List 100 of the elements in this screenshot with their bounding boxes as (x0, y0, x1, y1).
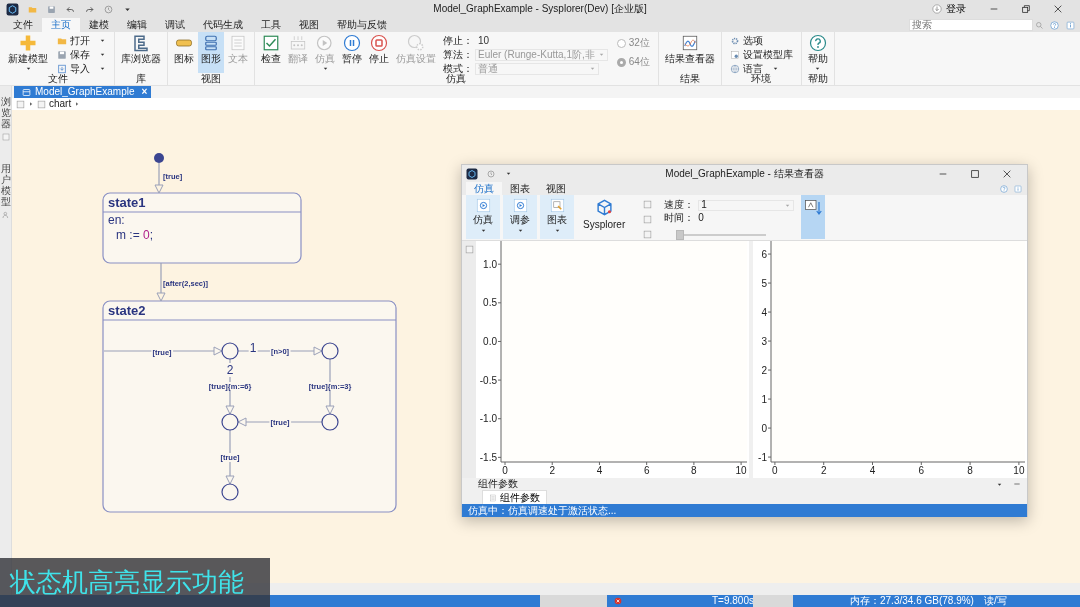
viewer-tab[interactable]: 图表 (502, 182, 538, 195)
tick-label: -0.5 (479, 374, 497, 386)
tick-label: 6 (643, 465, 650, 476)
document-icon (22, 87, 31, 97)
tick-label: 0.5 (483, 297, 497, 309)
tick-label: 3 (761, 335, 767, 347)
slider-thumb[interactable] (676, 230, 685, 240)
chevron-right-icon (74, 101, 81, 107)
menu-tab[interactable]: 主页 (42, 18, 80, 32)
field-label: 时间： (664, 212, 695, 224)
help-icon (1000, 184, 1008, 193)
info-icon (1014, 184, 1022, 193)
ribbon-button[interactable]: 新建模型 (5, 32, 51, 73)
side-panel-tab[interactable]: 用户模型 (0, 163, 11, 207)
panel-button[interactable] (642, 229, 654, 240)
document-tab[interactable]: Model_GraphExample × (14, 86, 152, 98)
ribbon-button[interactable]: 设置模型库 (727, 48, 795, 61)
clock-icon (104, 4, 113, 14)
junction[interactable] (321, 413, 339, 431)
menu-button[interactable]: 图表 (540, 195, 574, 239)
menu-tab[interactable]: 代码生成 (194, 18, 252, 32)
field-label: 算法： (443, 48, 473, 61)
transition-arrow[interactable] (154, 162, 164, 194)
ribbon-button[interactable]: 导入 (55, 62, 108, 75)
login-button[interactable]: 登录 (932, 0, 966, 18)
ribbon-button[interactable]: 暂停 (339, 32, 365, 73)
menu-tab[interactable]: 文件 (4, 18, 42, 32)
ribbon-button[interactable]: 选项 (727, 34, 795, 47)
viewer-tab[interactable]: 视图 (538, 182, 574, 195)
panel-button[interactable] (642, 214, 654, 225)
minimize-icon (1012, 480, 1021, 488)
tick-label: -1.0 (479, 413, 497, 425)
caret-icon (505, 170, 512, 177)
panel-button[interactable] (464, 244, 474, 254)
tick-label: 0 (772, 465, 778, 476)
info-icon (1065, 20, 1075, 30)
menu-button[interactable]: 调参 (503, 195, 537, 239)
ribbon-button[interactable]: 打开 (55, 34, 108, 47)
status-text: 仿真中：仿真调速处于激活状态... (462, 504, 1027, 517)
chevron-right-icon (28, 101, 34, 107)
gear-icon (729, 35, 740, 46)
breadcrumb-item[interactable]: chart (49, 98, 72, 110)
menu-tab[interactable]: 帮助与反馈 (328, 18, 396, 32)
state-box[interactable] (102, 192, 302, 264)
format-button[interactable] (801, 195, 826, 239)
toolbar-button[interactable]: Sysplorer (577, 195, 632, 239)
menu-tab[interactable]: 调试 (156, 18, 194, 32)
info-button[interactable] (1013, 183, 1023, 194)
state-name: state1 (108, 195, 146, 210)
ribbon-button[interactable]: 保存 (55, 48, 108, 61)
caption-text: 状态机高亮显示功能 (10, 566, 244, 599)
app-logo-icon (6, 2, 19, 16)
globe-icon (729, 63, 740, 74)
tick-label: 0 (502, 465, 508, 476)
status-text: 读/写 (984, 595, 1007, 607)
menu-tab[interactable]: 编辑 (118, 18, 156, 32)
play-circle-icon (316, 34, 334, 52)
tick-label: 0 (761, 422, 767, 434)
tick-label: 5 (761, 277, 767, 289)
close-tab-button[interactable]: × (141, 86, 148, 98)
ribbon-button[interactable]: 库浏览器 (118, 32, 164, 73)
tick-label: 10 (1013, 465, 1025, 476)
value-field[interactable]: 10 (475, 34, 599, 47)
help-button[interactable] (1048, 19, 1060, 31)
menu-button[interactable]: 仿真 (466, 195, 500, 239)
tick-label: 2 (549, 465, 555, 476)
panel-button[interactable] (642, 199, 654, 210)
group-label: 环境 (751, 73, 772, 85)
plus-icon (19, 34, 37, 52)
ribbon-button[interactable]: 图形 (198, 32, 224, 73)
junction[interactable] (221, 483, 239, 501)
tick-label: 8 (691, 465, 697, 476)
redo-icon (85, 4, 94, 14)
ribbon-button[interactable]: 帮助 (804, 32, 831, 73)
ribbon-button[interactable]: 停止 (366, 32, 392, 73)
junction[interactable] (221, 413, 239, 431)
cube-icon (595, 199, 613, 216)
info-button[interactable] (1064, 19, 1076, 31)
junction[interactable] (321, 342, 339, 360)
clock-icon (487, 169, 495, 178)
menu-tab[interactable]: 视图 (290, 18, 328, 32)
dotted-grid-icon (289, 34, 307, 52)
status-field (753, 595, 793, 607)
speed-dropdown[interactable]: 1 (698, 199, 795, 211)
side-panel-tab[interactable]: 浏览器 (0, 96, 11, 129)
menu-tab[interactable]: 建模 (80, 18, 118, 32)
format-icon (804, 199, 823, 217)
ribbon-button[interactable]: 检查 (258, 32, 284, 73)
viewer-tab[interactable]: 仿真 (466, 182, 502, 195)
help-button[interactable] (999, 183, 1009, 194)
panel-tab[interactable]: 组件参数 (482, 490, 547, 504)
menu-tab[interactable]: 工具 (252, 18, 290, 32)
search-field[interactable]: 搜索 (909, 19, 1033, 31)
person-icon (1, 211, 10, 219)
priority-number: 1 (249, 341, 257, 355)
junction[interactable] (221, 342, 239, 360)
ribbon-button[interactable]: 结果查看器 (661, 32, 718, 73)
ribbon-button[interactable]: 图标 (171, 32, 197, 73)
library-icon (132, 34, 150, 52)
initial-state-dot[interactable] (154, 153, 164, 163)
